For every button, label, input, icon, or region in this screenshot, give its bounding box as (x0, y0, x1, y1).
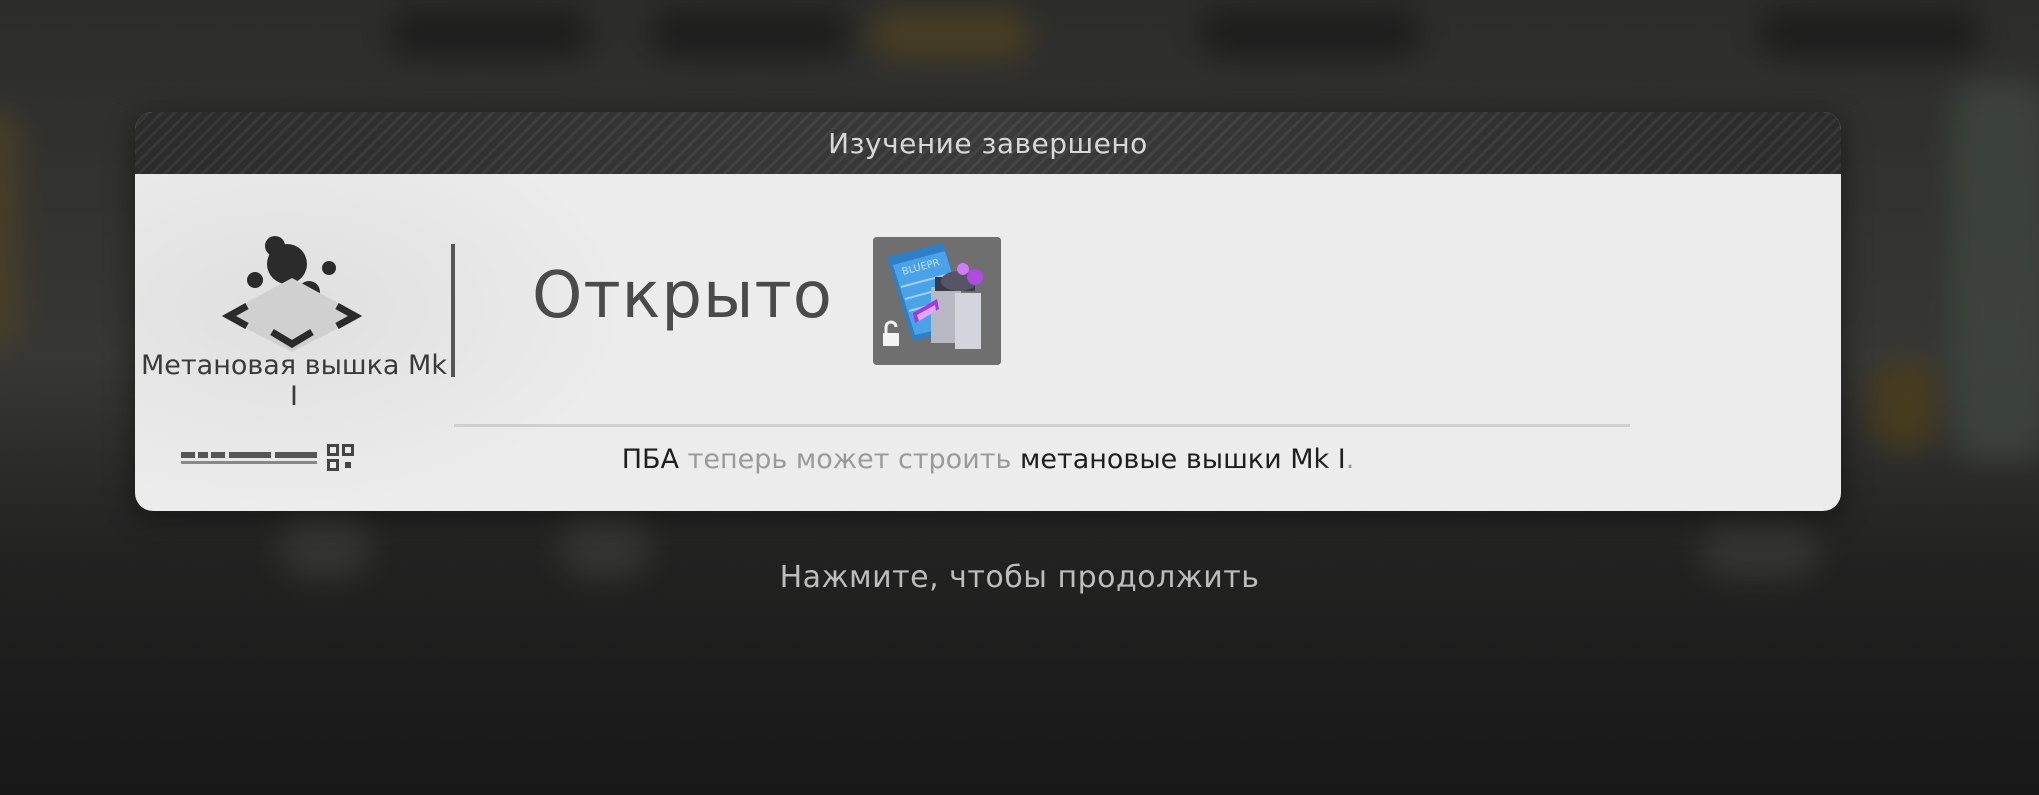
continue-hint[interactable]: Нажмите, чтобы продолжить (0, 560, 2039, 595)
description-verb: теперь может строить (679, 444, 1020, 475)
dialog-title: Изучение завершено (828, 126, 1148, 160)
unlocked-item-tile[interactable]: BLUEPR (873, 237, 1001, 365)
unlock-description: ПБА теперь может строить метановые вышки… (135, 444, 1841, 475)
horizontal-divider (454, 424, 1630, 427)
vertical-divider (451, 244, 455, 377)
description-end: . (1345, 444, 1355, 475)
status-label: Открыто (532, 259, 833, 333)
methane-tower-icon (221, 236, 363, 352)
description-object: метановые вышки Mk I (1019, 444, 1346, 475)
description-subject: ПБА (621, 444, 680, 475)
item-name: Метановая вышка Mk I (141, 350, 447, 412)
blueprint-unlock-icon: BLUEPR (873, 237, 1001, 365)
dialog-header: Изучение завершено (135, 112, 1841, 174)
research-complete-dialog[interactable]: Изучение завершено Метановая вышка Mk I (135, 112, 1841, 511)
